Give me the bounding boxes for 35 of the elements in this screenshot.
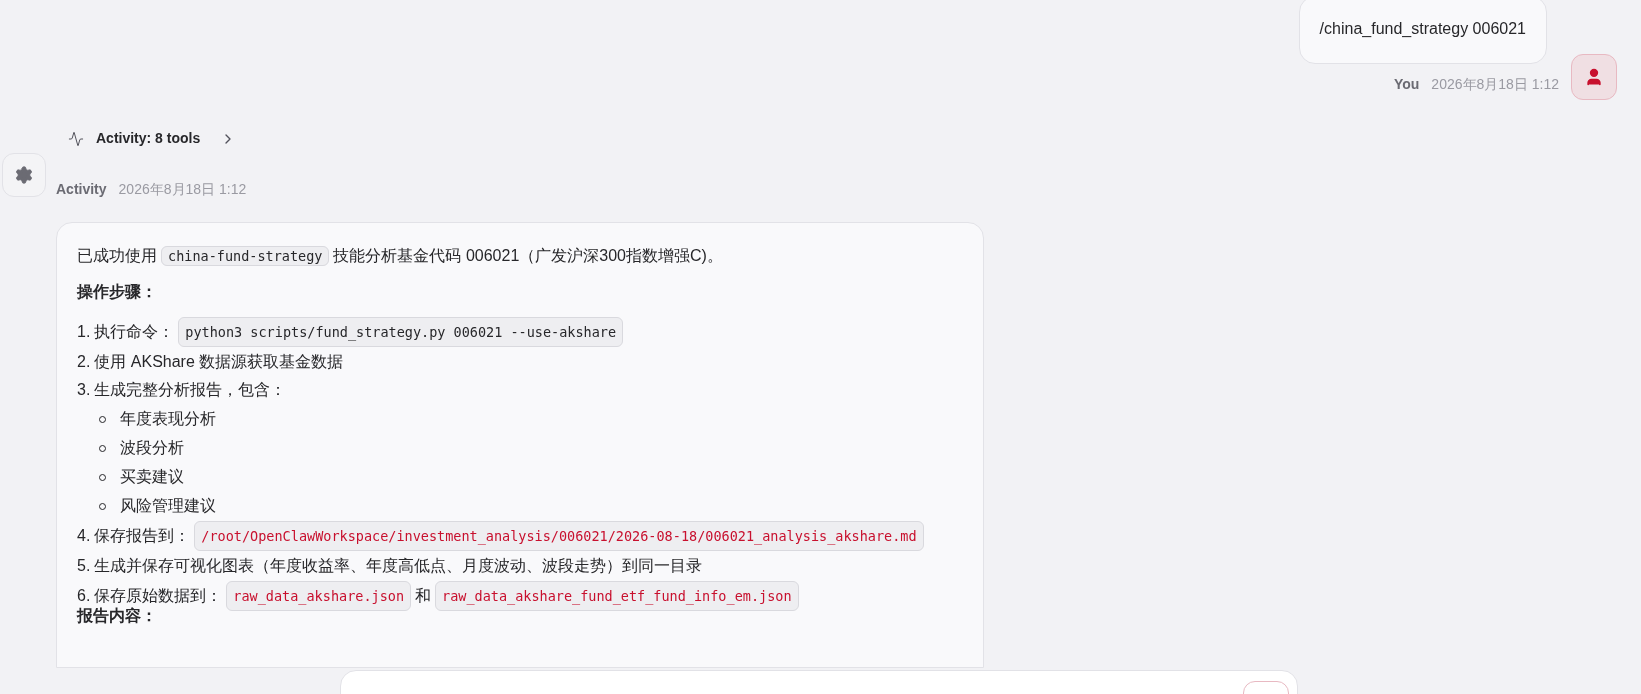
inline-code: python3 scripts/fund_strategy.py 006021 --use-akshare [178,317,624,347]
list-number: 2. [77,352,91,372]
list-item-text: 买卖建议 [120,467,184,487]
activity-toggle[interactable]: Activity: 8 tools [68,128,237,149]
message-text: 保存原始数据到： [94,586,223,606]
file-path: /root/OpenClawWorkspace/investment_analysis/006021/2026-08-18/006021_analysis_akshare.md [194,521,924,551]
list-number: 1. [77,322,91,342]
settings-icon [14,165,34,185]
message-text: 执行命令： [94,322,175,342]
file-path: raw_data_akshare_fund_etf_fund_info_em.json [435,581,799,611]
list-number: 4. [77,526,91,546]
person-icon [1584,67,1604,87]
pulse-icon [68,130,84,147]
inline-code: china-fund-strategy [161,246,330,266]
message-text: 使用 AKShare 数据源获取基金数据 [94,352,344,372]
list-item-text: 波段分析 [120,438,184,458]
message-text: 保存报告到： [94,526,191,546]
message-text: 技能分析基金代码 006021（广发沪深300指数增强C)。 [333,247,723,264]
list-item-text: 风险管理建议 [120,496,216,516]
message-text: 生成并保存可视化图表（年度收益率、年度高低点、月度波动、波段走势）到同一目录 [94,556,703,576]
list-number: 6. [77,586,91,606]
timestamp: 2026年8月18日 1:12 [118,180,247,199]
list-item-text: 年度表现分析 [120,409,216,429]
message-text: 生成完整分析报告，包含： [94,380,287,400]
timestamp: 2026年8月18日 1:12 [1431,75,1559,94]
file-path: raw_data_akshare.json [226,581,412,611]
author-name: Activity [56,180,107,199]
message-text: 和 [415,586,432,606]
section-heading: 操作步骤： [77,282,158,302]
user-message-bubble: /china_fund_strategy 006021 [1298,0,1547,64]
message-text: 已成功使用 [77,247,157,264]
section-heading: 报告内容： [77,606,158,626]
list-number: 5. [77,556,91,576]
author-name: You [1393,75,1420,94]
list-number: 3. [77,380,91,400]
